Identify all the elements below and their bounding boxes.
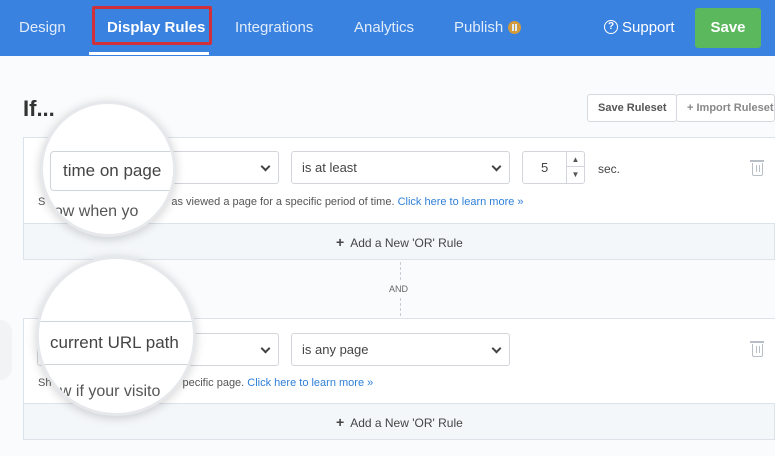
rule-2-operator-select[interactable]: is any page <box>291 333 510 366</box>
plus-icon: + <box>336 414 345 430</box>
rule-2-learn-more-link[interactable]: Click here to learn more » <box>247 377 373 389</box>
pause-badge-icon <box>508 20 522 34</box>
chevron-down-icon <box>491 343 502 354</box>
chevron-down-icon <box>491 161 502 172</box>
rule-1-help-text: as viewed a page for a specific period o… <box>171 196 398 208</box>
rule-2-operator-value: is any page <box>302 342 369 357</box>
rule-1-learn-more-link[interactable]: Click here to learn more » <box>398 196 524 208</box>
chevron-down-icon[interactable]: ▼ <box>567 167 584 182</box>
active-tab-underline <box>89 52 209 55</box>
plus-icon: + <box>336 234 345 250</box>
page-heading: If... <box>23 96 55 121</box>
trash-icon[interactable] <box>750 341 764 357</box>
magnified-hint-2: ow if your visito <box>51 383 161 400</box>
rule-1-unit: sec. <box>598 162 621 176</box>
chevron-up-icon[interactable]: ▲ <box>567 152 584 167</box>
rule-2-add-or-label: Add a New 'OR' Rule <box>350 416 463 430</box>
tab-integrations[interactable]: Integrations <box>235 0 313 56</box>
chevron-down-icon <box>260 343 271 354</box>
and-label: AND <box>389 284 409 294</box>
rule-1-add-or-label: Add a New 'OR' Rule <box>350 236 463 250</box>
magnified-field-2: current URL path <box>39 321 193 365</box>
rule-1-value-stepper[interactable]: 5 ▲ ▼ <box>522 151 585 184</box>
rule-1-value: 5 <box>541 160 549 175</box>
chevron-down-icon <box>260 161 271 172</box>
save-button[interactable]: Save <box>695 8 761 48</box>
rule-2-add-or-button[interactable]: + Add a New 'OR' Rule <box>336 414 463 430</box>
tab-analytics[interactable]: Analytics <box>354 0 414 56</box>
and-connector-bottom <box>400 298 401 316</box>
rule-2-help-text: pecific page. <box>182 377 248 389</box>
top-nav-bar: Design Display Rules Integrations Analyt… <box>0 0 775 56</box>
question-circle-icon: ? <box>604 20 618 35</box>
magnifier-2: current URL path ow if your visito <box>36 256 196 416</box>
and-connector-top <box>400 262 401 280</box>
active-tab-highlight <box>92 6 212 45</box>
support-link[interactable]: ? Support <box>604 0 675 56</box>
trash-icon[interactable] <box>750 160 764 176</box>
import-ruleset-button[interactable]: + Import Ruleset <box>676 94 775 122</box>
rule-1-add-or-button[interactable]: + Add a New 'OR' Rule <box>336 234 463 250</box>
support-label: Support <box>622 19 675 36</box>
left-edge-decoration <box>0 320 12 380</box>
magnified-hint-1: how when yo <box>45 203 139 220</box>
rule-1-operator-select[interactable]: is at least <box>291 151 510 184</box>
tab-design[interactable]: Design <box>19 0 66 56</box>
magnifier-1: time on page how when yo <box>40 101 176 237</box>
tab-publish[interactable]: Publish <box>454 0 522 56</box>
tab-publish-label: Publish <box>454 19 504 36</box>
magnified-field-1: time on page <box>50 151 173 191</box>
save-ruleset-button[interactable]: Save Ruleset <box>587 94 678 122</box>
rule-1-operator-value: is at least <box>302 160 357 175</box>
stepper-buttons: ▲ ▼ <box>566 152 584 183</box>
